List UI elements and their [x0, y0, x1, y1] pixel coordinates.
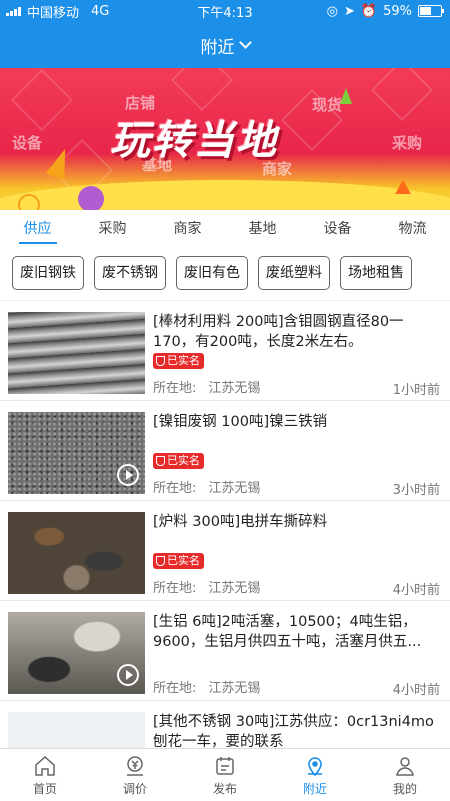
home-icon: [35, 755, 55, 776]
price-icon: [127, 755, 143, 776]
tabbar-nearby[interactable]: 附近: [270, 749, 360, 801]
item-title: [棒材利用料 200吨]含钼圆钢直径80一170，有200吨，长度2米左右。: [153, 314, 404, 350]
category-tabs: 供应 采购 商家 基地 设备 物流: [0, 210, 450, 250]
banner-ball: [18, 194, 40, 210]
tabbar-label: 发布: [212, 781, 237, 796]
shield-icon: [156, 456, 165, 466]
item-thumbnail: [8, 312, 145, 394]
promo-banner[interactable]: 店铺 现货 设备 基地 商家 采购 玩转当地: [0, 68, 450, 210]
user-icon: [396, 756, 414, 776]
list-item[interactable]: [生铝 6吨]2吨活塞，10500；4吨生铝，9600，生铝月供四五十吨，活塞月…: [0, 601, 450, 701]
chip-nonferrous[interactable]: 废旧有色: [176, 256, 248, 290]
tabbar-home[interactable]: 首页: [0, 749, 90, 801]
chip-site-rental[interactable]: 场地租售: [340, 256, 412, 290]
item-title: [炉料 300吨]电拼车撕碎料: [153, 514, 328, 530]
item-location: 所在地: 江苏无锡: [153, 681, 261, 696]
item-thumbnail: [8, 512, 145, 594]
item-thumbnail: [8, 612, 145, 694]
tabbar-label: 我的: [392, 781, 417, 796]
item-time: 1小时前: [392, 383, 440, 398]
tab-merchants[interactable]: 商家: [150, 210, 225, 250]
verified-badge: 已实名: [153, 453, 204, 469]
list-item[interactable]: [棒材利用料 200吨]含钼圆钢直径80一170，有200吨，长度2米左右。 已…: [0, 301, 450, 401]
tab-bases[interactable]: 基地: [225, 210, 300, 250]
tabbar-me[interactable]: 我的: [360, 749, 450, 801]
supply-list: [棒材利用料 200吨]含钼圆钢直径80一170，有200吨，长度2米左右。 已…: [0, 300, 450, 749]
chip-paper-plastic[interactable]: 废纸塑料: [258, 256, 330, 290]
status-bar: 中国移动 4G 下午4:13 ◎ ➤ ⏰ 59%: [0, 0, 450, 22]
item-location: 所在地: 江苏无锡: [153, 581, 261, 596]
banner-title: 玩转当地: [110, 118, 278, 164]
tab-logistics[interactable]: 物流: [375, 210, 450, 250]
location-arrow-icon: ➤: [344, 3, 355, 19]
chip-stainless[interactable]: 废不锈钢: [94, 256, 166, 290]
tabbar-label: 首页: [32, 781, 57, 796]
play-video-icon[interactable]: [117, 664, 139, 686]
item-time: 4小时前: [392, 583, 440, 598]
item-location: 所在地: 江苏无锡: [153, 381, 261, 396]
tabbar-label: 调价: [122, 781, 147, 796]
list-item[interactable]: [炉料 300吨]电拼车撕碎料 已实名 所在地: 江苏无锡 4小时前: [0, 501, 450, 601]
location-pin-icon: [308, 756, 322, 776]
lock-rotation-icon: ◎: [326, 3, 338, 19]
signal-icon: [6, 6, 21, 16]
banner-ball: [78, 186, 104, 210]
item-title: [其他不锈钢 30吨]江苏供应：0cr13ni4mo刨花一车，要的联系: [153, 714, 434, 749]
bottom-tab-bar: 首页 调价 发布 附近 我的: [0, 748, 450, 801]
publish-icon: [216, 756, 234, 775]
item-time: 3小时前: [392, 483, 440, 498]
tabbar-publish[interactable]: 发布: [180, 749, 270, 801]
shield-icon: [156, 356, 165, 366]
banner-deco: 设备: [12, 134, 43, 152]
chip-scrap-steel[interactable]: 废旧钢铁: [12, 256, 84, 290]
tabbar-label: 附近: [302, 781, 327, 796]
list-item[interactable]: [镍钼废钢 100吨]镍三铁销 已实名 所在地: 江苏无锡 3小时前: [0, 401, 450, 501]
location-selector[interactable]: 附近: [0, 22, 450, 68]
chevron-down-icon: [238, 36, 252, 49]
shield-icon: [156, 556, 165, 566]
battery-icon: [418, 5, 444, 17]
item-time: 4小时前: [392, 683, 440, 698]
item-title: [生铝 6吨]2吨活塞，10500；4吨生铝，9600，生铝月供四五十吨，活塞月…: [153, 614, 422, 650]
banner-deco: 现货: [312, 96, 343, 114]
clock: 下午4:13: [197, 5, 253, 21]
category-chips: 废旧钢铁 废不锈钢 废旧有色 废纸塑料 场地租售: [0, 256, 450, 296]
banner-deco: 采购: [392, 134, 423, 152]
tab-equipment[interactable]: 设备: [300, 210, 375, 250]
tab-supply[interactable]: 供应: [0, 210, 75, 250]
list-item[interactable]: [其他不锈钢 30吨]江苏供应：0cr13ni4mo刨花一车，要的联系: [0, 701, 450, 749]
item-title: [镍钼废钢 100吨]镍三铁销: [153, 414, 328, 430]
item-thumbnail: [8, 412, 145, 494]
network-type: 4G: [91, 3, 110, 19]
play-video-icon[interactable]: [117, 464, 139, 486]
battery-percent: 59%: [383, 3, 412, 19]
verified-badge: 已实名: [153, 353, 204, 369]
carrier: 中国移动: [27, 5, 80, 21]
item-thumbnail: [8, 712, 145, 749]
item-location: 所在地: 江苏无锡: [153, 481, 261, 496]
alarm-icon: ⏰: [360, 3, 378, 19]
page-title: 附近: [200, 37, 235, 58]
tabbar-price[interactable]: 调价: [90, 749, 180, 801]
verified-badge: 已实名: [153, 553, 204, 569]
tab-purchase[interactable]: 采购: [75, 210, 150, 250]
